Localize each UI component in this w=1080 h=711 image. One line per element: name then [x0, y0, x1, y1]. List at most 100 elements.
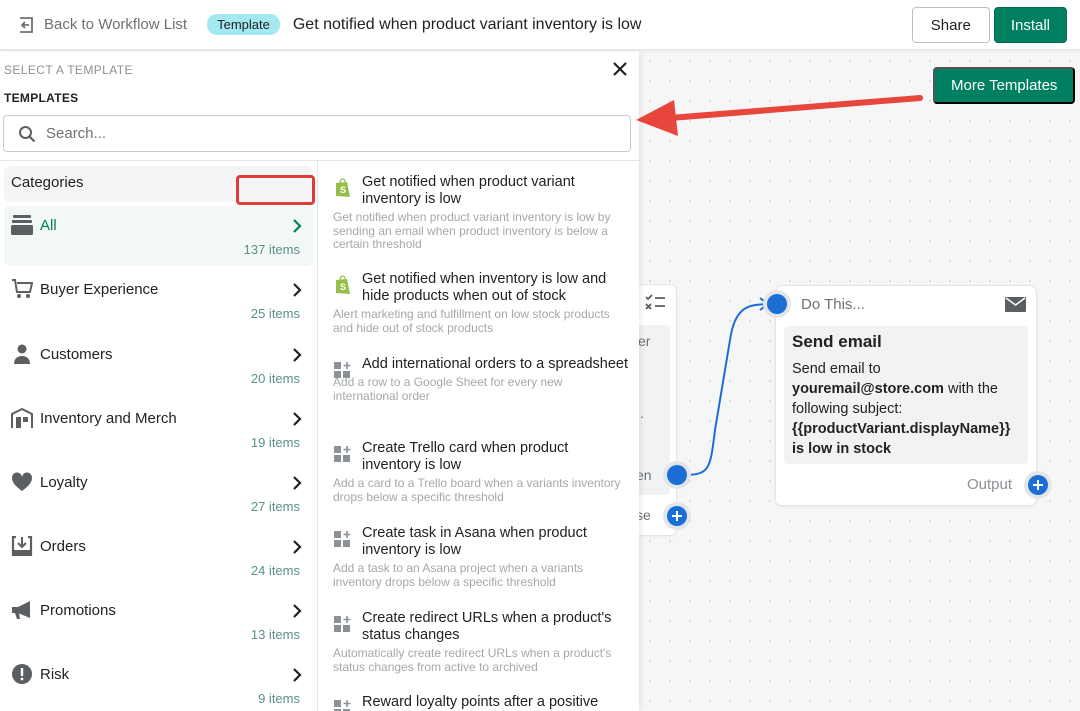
category-count: 19 items [250, 435, 300, 450]
chevron-right-icon [293, 219, 302, 233]
template-description: Add a row to a Google Sheet for every ne… [333, 375, 563, 403]
shopify-icon: S [336, 275, 350, 294]
action-subject: {{productVariant.displayName}} is low in… [792, 421, 1011, 457]
category-name: Customers [40, 346, 113, 363]
category-promotions[interactable]: Promotions 13 items [4, 591, 313, 651]
template-description: Alert marketing and fulfillment on low s… [333, 307, 610, 335]
template-description: Add a card to a Trello board when a vari… [333, 476, 621, 504]
output-add-button[interactable] [1028, 475, 1048, 495]
template-title: Get notified when product variant invent… [362, 174, 575, 207]
search-field[interactable] [3, 115, 631, 152]
app-add-icon [334, 446, 351, 462]
category-customers[interactable]: Customers 20 items [4, 335, 313, 395]
close-icon[interactable] [611, 60, 629, 78]
category-name: Risk [40, 666, 70, 683]
category-name: Inventory and Merch [40, 410, 177, 427]
plus-icon [672, 511, 682, 521]
category-name: All [40, 217, 57, 234]
chevron-right-icon [293, 540, 302, 554]
category-risk[interactable]: Risk 9 items [4, 655, 313, 711]
category-name: Buyer Experience [40, 281, 159, 298]
action-text-prefix: Send email to [792, 361, 881, 377]
trigger-node-text: er [638, 333, 651, 349]
category-name: Loyalty [40, 474, 88, 491]
chevron-right-icon [293, 476, 302, 490]
more-templates-button[interactable]: More Templates [933, 67, 1076, 104]
template-item[interactable]: Create task in Asana when product invent… [333, 525, 628, 589]
select-template-panel: SELECT A TEMPLATE TEMPLATES Categories A… [0, 51, 639, 711]
category-count: 13 items [250, 627, 300, 642]
template-title: Create redirect URLs when a product's st… [362, 610, 612, 643]
action-node-body: Send email Send email to youremail@store… [784, 326, 1028, 464]
template-title: Add international orders to a spreadshee… [362, 356, 629, 372]
template-title: Create task in Asana when product invent… [362, 525, 587, 558]
store-icon [11, 408, 33, 428]
output-label: Output [966, 476, 1012, 493]
checklist-icon [645, 294, 665, 310]
chevron-right-icon [293, 412, 302, 426]
action-input-port[interactable] [767, 294, 787, 314]
alert-icon [12, 664, 32, 684]
action-title: Send email [792, 332, 882, 351]
template-item[interactable]: Create Trello card when product inventor… [333, 440, 628, 504]
template-title: Create Trello card when product inventor… [362, 440, 569, 473]
chevron-right-icon [293, 668, 302, 682]
category-name: Orders [40, 538, 86, 555]
app-add-icon [334, 616, 351, 632]
orders-import-icon [11, 536, 33, 556]
category-all[interactable]: All 137 items [4, 206, 313, 266]
template-item[interactable]: Create redirect URLs when a product's st… [333, 610, 628, 674]
trigger-node-text-2: . [640, 405, 644, 421]
send-email-node[interactable]: Do This... Send email Send email to your… [776, 286, 1036, 505]
svg-text:S: S [340, 185, 346, 195]
search-icon [19, 125, 36, 142]
template-description: Automatically create redirect URLs when … [333, 646, 612, 674]
template-description: Add a task to an Asana project when a va… [333, 561, 584, 589]
template-description: Get notified when product variant invent… [333, 210, 611, 251]
category-count: 27 items [250, 499, 300, 514]
category-inventory-and-merch[interactable]: Inventory and Merch 19 items [4, 399, 313, 459]
categories-list: Categories All 137 items Buyer Experienc… [0, 161, 318, 711]
back-label: Back to Workflow List [44, 16, 188, 33]
app-add-icon [334, 362, 351, 378]
cart-icon [12, 279, 33, 298]
else-add-button[interactable] [667, 506, 687, 526]
template-item[interactable]: S Get notified when inventory is low and… [333, 271, 628, 335]
megaphone-icon [12, 601, 30, 619]
chevron-right-icon [293, 348, 302, 362]
category-orders[interactable]: Orders 24 items [4, 527, 313, 587]
app-add-icon [334, 531, 351, 547]
template-item[interactable]: Reward loyalty points after a positive [333, 694, 628, 711]
back-arrow-icon [20, 16, 33, 33]
template-title: Reward loyalty points after a positive [362, 694, 599, 710]
app-add-icon [334, 700, 351, 711]
category-count: 20 items [250, 371, 300, 386]
mail-icon [1005, 297, 1026, 312]
template-item[interactable]: Add international orders to a spreadshee… [333, 356, 628, 403]
action-description: Send email to youremail@store.com with t… [792, 359, 1020, 459]
chevron-right-icon [293, 283, 302, 297]
category-count: 24 items [250, 563, 300, 578]
then-output-port[interactable] [667, 465, 687, 485]
template-list: S Get notified when product variant inve… [319, 161, 639, 711]
action-email: youremail@store.com [792, 381, 944, 397]
action-node-header: Do This... [801, 296, 865, 313]
template-title: Get notified when inventory is low and h… [362, 271, 607, 304]
page-title: Get notified when product variant invent… [292, 15, 642, 33]
stack-icon [11, 215, 33, 235]
search-input[interactable] [46, 125, 630, 142]
panel-heading: SELECT A TEMPLATE [4, 63, 133, 77]
person-icon [14, 344, 30, 364]
category-buyer-experience[interactable]: Buyer Experience 25 items [4, 270, 313, 330]
install-button[interactable]: Install [993, 7, 1067, 43]
category-loyalty[interactable]: Loyalty 27 items [4, 463, 313, 523]
category-count: 25 items [250, 306, 300, 321]
shopify-icon: S [336, 178, 350, 197]
template-badge: Template [207, 14, 280, 35]
categories-header: Categories [4, 166, 313, 202]
back-to-workflow-list-link[interactable]: Back to Workflow List [17, 16, 187, 34]
template-item[interactable]: S Get notified when product variant inve… [333, 174, 628, 252]
chevron-right-icon [293, 604, 302, 618]
share-button[interactable]: Share [911, 7, 990, 43]
plus-icon [1033, 480, 1043, 490]
